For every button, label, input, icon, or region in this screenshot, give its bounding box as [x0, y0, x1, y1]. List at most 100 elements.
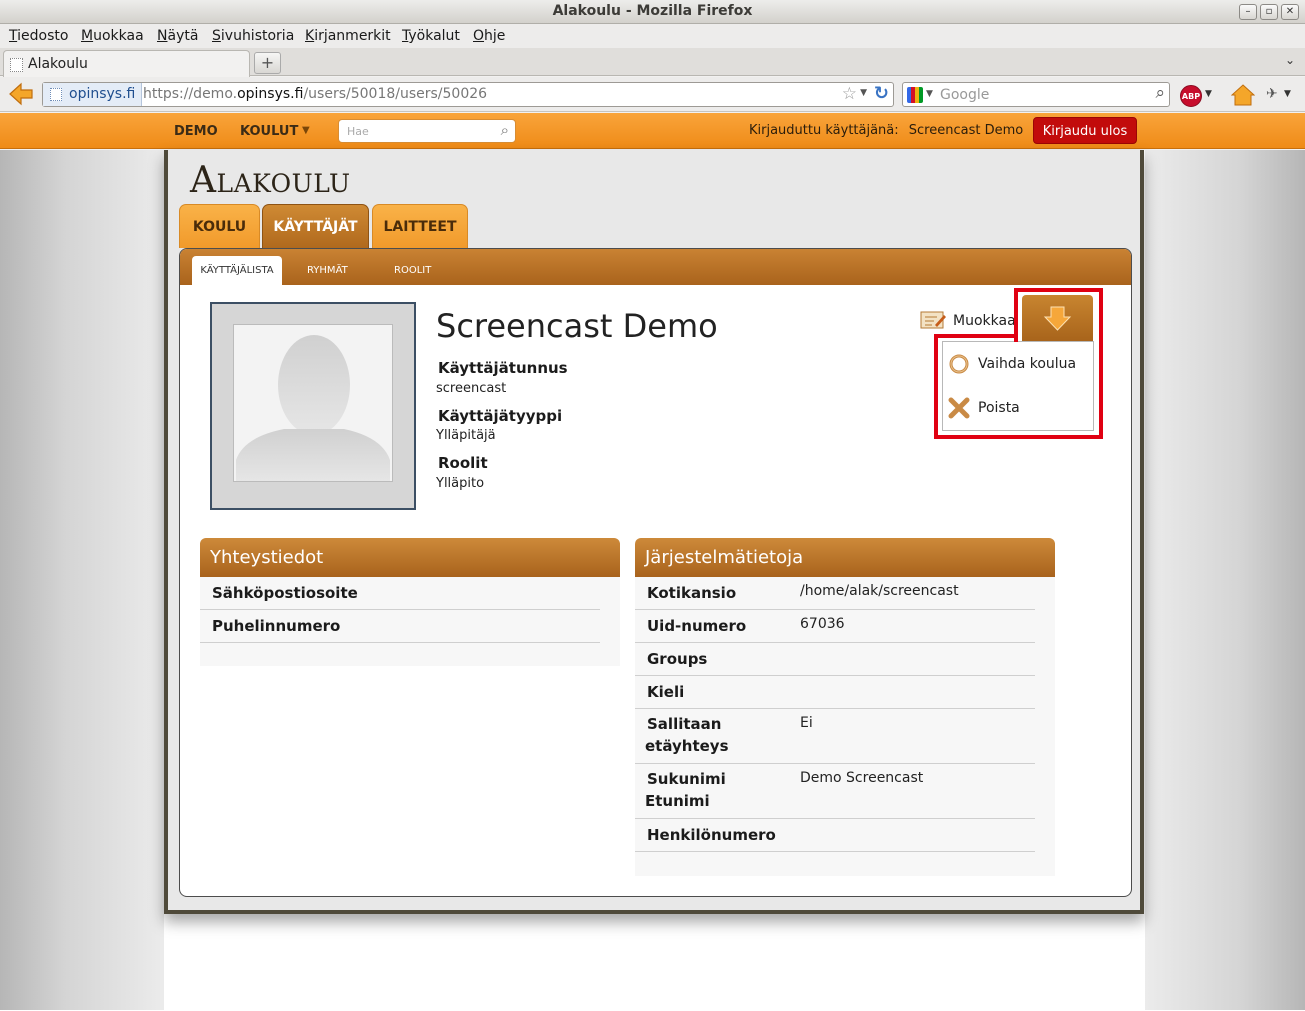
row-value: 67036: [800, 616, 845, 632]
row-value: /home/alak/screencast: [800, 583, 959, 599]
row-key: Puhelinnumero: [212, 617, 341, 635]
row-key: Henkilönumero: [647, 826, 776, 844]
page-title: Alakoulu: [190, 160, 351, 201]
page-icon: [50, 88, 62, 101]
close-icon[interactable]: ✕: [1281, 4, 1299, 20]
tab-kayttajat[interactable]: KÄYTTÄJÄT: [262, 204, 369, 248]
subtab-roolit[interactable]: ROOLIT: [394, 265, 431, 276]
search-icon[interactable]: ⌕: [1155, 83, 1165, 103]
subtab-kayttajalista[interactable]: KÄYTTÄJÄLISTA: [192, 256, 282, 286]
menu-sivuhistoria[interactable]: Sivuhistoria: [212, 28, 294, 44]
contact-panel-title: Yhteystiedot: [200, 538, 620, 577]
row-key-line2: etäyhteys: [645, 737, 729, 755]
koulut-menu[interactable]: KOULUT: [240, 124, 298, 139]
row-key: Kieli: [647, 683, 685, 701]
logged-in-label: Kirjauduttu käyttäjänä:: [749, 123, 899, 138]
field-value-username: screencast: [436, 381, 507, 396]
window-controls: – ▫ ✕: [1239, 4, 1299, 20]
table-row: Uid-numero 67036: [635, 610, 1035, 643]
bookmark-star-icon[interactable]: ☆: [842, 84, 857, 104]
avatar: [210, 302, 416, 510]
chevron-down-icon[interactable]: ▼: [1205, 89, 1212, 99]
menu-ohje[interactable]: Ohje: [473, 28, 505, 44]
browser-tab[interactable]: Alakoulu: [3, 50, 250, 77]
tab-laitteet[interactable]: LAITTEET: [372, 204, 468, 248]
system-panel-title: Järjestelmätietoja: [635, 538, 1055, 577]
row-key: Sukunimi: [647, 770, 726, 788]
maximize-icon[interactable]: ▫: [1260, 4, 1278, 20]
row-key-line2: Etunimi: [645, 792, 710, 810]
tab-strip: Alakoulu +: [0, 48, 1305, 77]
user-name: Screencast Demo: [436, 307, 718, 345]
home-icon[interactable]: [1231, 83, 1255, 107]
tab-list-chevron-icon[interactable]: ⌄: [1285, 53, 1295, 67]
table-row: Henkilönumero: [635, 819, 1035, 852]
search-engine-placeholder[interactable]: Google: [940, 87, 989, 103]
logged-in-user: Screencast Demo: [908, 123, 1024, 138]
site-search[interactable]: ⌕: [338, 119, 516, 143]
edit-label: Muokkaa: [953, 313, 1016, 329]
menu-kirjanmerkit[interactable]: Kirjanmerkit: [305, 28, 391, 44]
chevron-down-icon[interactable]: ▼: [302, 125, 310, 136]
highlight-outline: [934, 334, 1018, 338]
search-icon[interactable]: ⌕: [501, 121, 509, 139]
new-tab-button[interactable]: +: [254, 52, 281, 74]
google-icon[interactable]: [907, 87, 923, 103]
logged-in-info: Kirjauduttu käyttäjänä: Screencast Demo: [749, 123, 1023, 138]
search-bar[interactable]: ▼ Google ⌕: [902, 82, 1170, 107]
field-label-roles: Roolit: [438, 454, 488, 472]
table-row: Puhelinnumero: [200, 610, 600, 643]
url-text[interactable]: https://demo.opinsys.fi/users/50018/user…: [143, 86, 487, 102]
field-label-usertype: Käyttäjätyyppi: [438, 407, 563, 425]
menu-muokkaa[interactable]: Muokkaa: [81, 28, 144, 44]
chevron-down-icon[interactable]: ▼: [860, 88, 867, 98]
row-key: Sallitaan: [647, 715, 722, 733]
person-silhouette-icon: [236, 335, 390, 481]
row-value: Demo Screencast: [800, 770, 924, 786]
site-header: DEMO KOULUT ▼ ⌕ Kirjauduttu käyttäjänä: …: [0, 113, 1305, 149]
table-row: Kotikansio /home/alak/screencast: [635, 577, 1035, 610]
row-key: Kotikansio: [647, 584, 737, 602]
row-key: Uid-numero: [647, 617, 747, 635]
window-title: Alakoulu - Mozilla Firefox: [552, 3, 753, 19]
menu-bar: Tiedosto Muokkaa Näytä Sivuhistoria Kirj…: [0, 24, 1305, 48]
contact-panel: Yhteystiedot Sähköpostiosoite Puhelinnum…: [200, 538, 620, 666]
demo-link[interactable]: DEMO: [174, 124, 218, 139]
addon-icon[interactable]: ✈: [1266, 86, 1278, 102]
adblock-icon[interactable]: ABP: [1180, 85, 1202, 107]
menu-tyokalut[interactable]: Työkalut: [402, 28, 460, 44]
row-value: Ei: [800, 715, 813, 731]
url-bar[interactable]: opinsys.fi https://demo.opinsys.fi/users…: [42, 82, 894, 107]
reload-icon[interactable]: ↻: [874, 83, 889, 104]
minimize-icon[interactable]: –: [1239, 4, 1257, 20]
page-shadow-right: [1145, 150, 1305, 1010]
table-row: Sallitaan etäyhteys Ei: [635, 709, 1035, 764]
menu-tiedosto[interactable]: Tiedosto: [9, 28, 68, 44]
table-row: Sukunimi Etunimi Demo Screencast: [635, 764, 1035, 819]
system-panel: Järjestelmätietoja Kotikansio /home/alak…: [635, 538, 1055, 876]
chevron-down-icon[interactable]: ▼: [926, 89, 933, 99]
menu-nayta[interactable]: Näytä: [157, 28, 198, 44]
table-row: Sähköpostiosoite: [200, 577, 600, 610]
tab-koulu[interactable]: KOULU: [179, 204, 260, 248]
chevron-down-icon[interactable]: ▼: [1284, 89, 1291, 99]
window-titlebar: Alakoulu - Mozilla Firefox – ▫ ✕: [0, 0, 1305, 24]
field-label-username: Käyttäjätunnus: [438, 359, 568, 377]
highlight-outline: [934, 334, 1103, 439]
site-identity[interactable]: opinsys.fi: [43, 83, 143, 106]
site-search-input[interactable]: [347, 123, 487, 140]
logout-button[interactable]: Kirjaudu ulos: [1033, 117, 1137, 144]
subtab-ryhmat[interactable]: RYHMÄT: [307, 265, 348, 276]
edit-icon: [920, 311, 946, 329]
browser-tab-title: Alakoulu: [28, 56, 88, 72]
field-value-usertype: Ylläpitäjä: [436, 428, 496, 443]
avatar-placeholder: [233, 324, 393, 482]
url-domain: opinsys.fi: [237, 86, 304, 102]
row-key: Groups: [647, 650, 708, 668]
site-identity-label: opinsys.fi: [69, 86, 136, 102]
back-arrow-icon[interactable]: [8, 82, 34, 106]
table-row: Kieli: [635, 676, 1035, 709]
row-key: Sähköpostiosoite: [212, 584, 358, 602]
edit-button[interactable]: Muokkaa: [918, 306, 1018, 336]
page-shadow-left: [0, 150, 164, 1010]
